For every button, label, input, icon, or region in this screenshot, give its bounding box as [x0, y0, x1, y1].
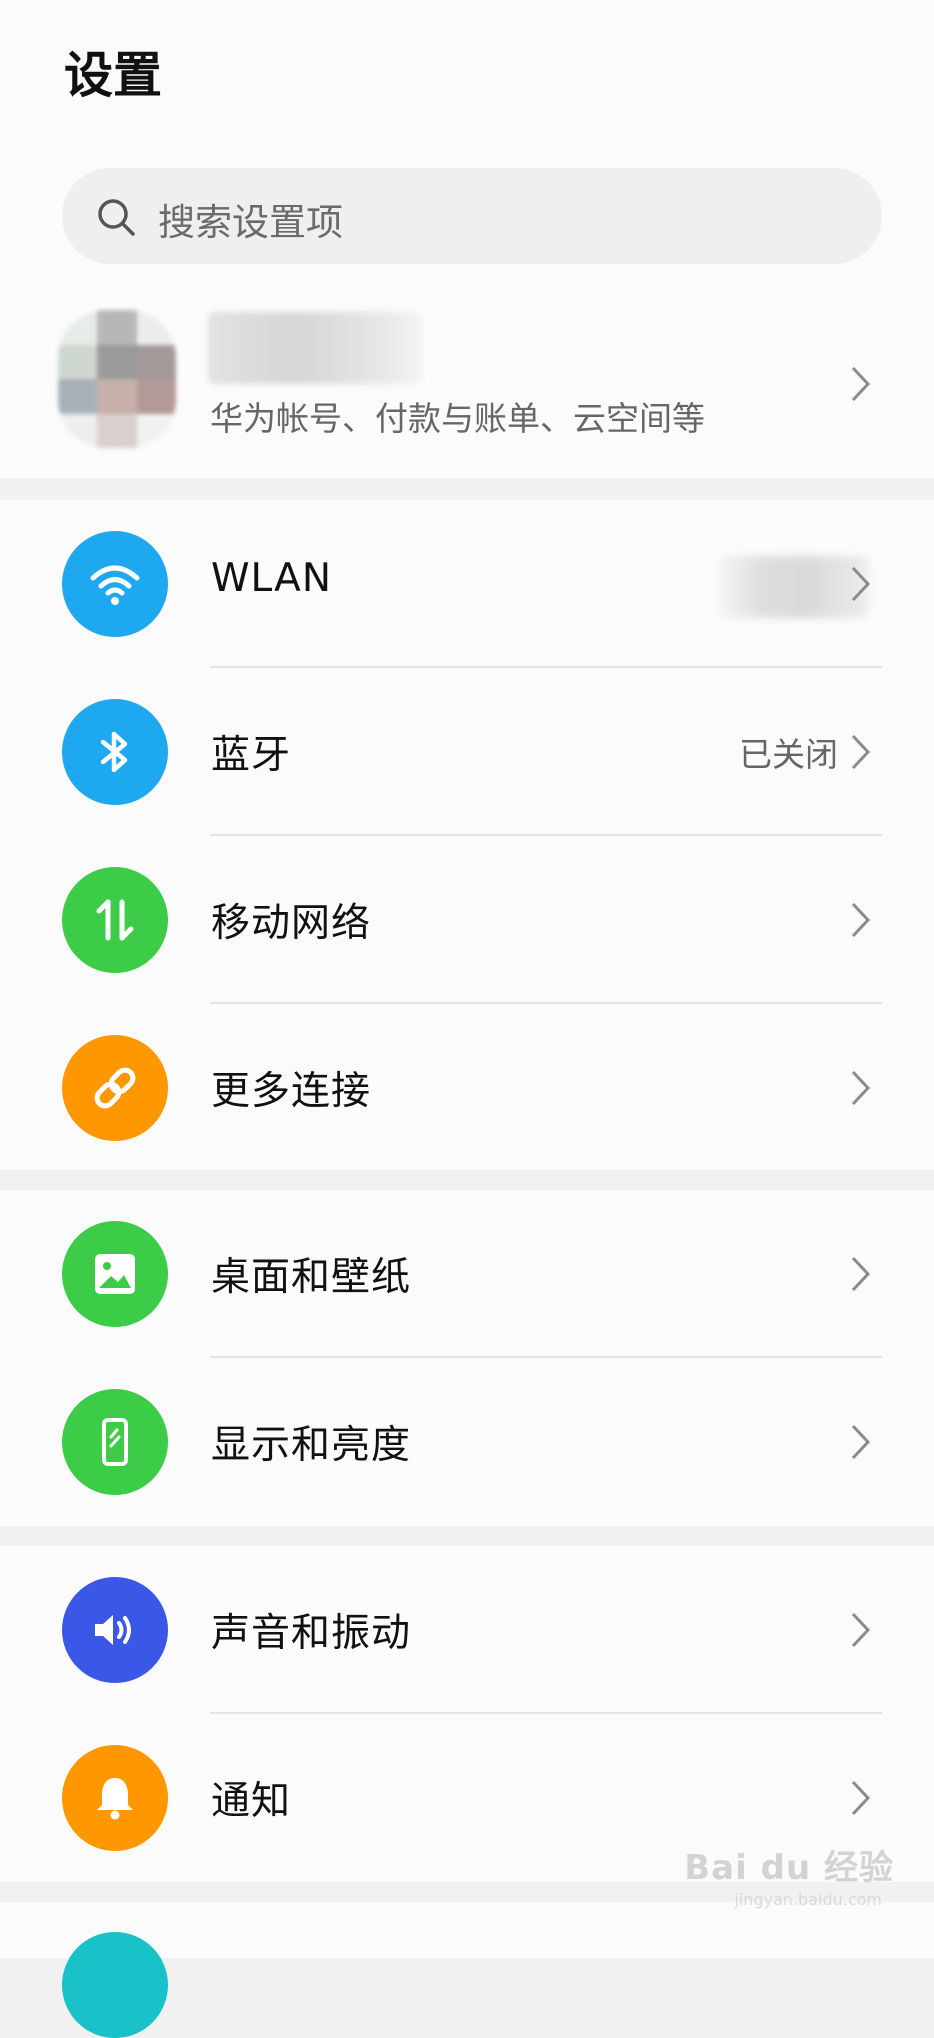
settings-item-mobile-network[interactable]: 移动网络	[0, 836, 934, 1004]
bluetooth-status: 已关闭	[739, 735, 838, 774]
search-placeholder[interactable]: 搜索设置项	[158, 192, 343, 246]
settings-item-wlan[interactable]: WLAN	[0, 500, 934, 668]
chevron-right-icon	[850, 564, 872, 604]
settings-item-label: 蓝牙	[211, 733, 292, 778]
watermark: Bai du 经验	[684, 1848, 894, 1888]
settings-item-label: 通知	[211, 1779, 292, 1824]
wifi-icon	[62, 531, 168, 637]
sound-icon	[62, 1577, 168, 1683]
settings-item-label: 更多连接	[211, 1069, 372, 1114]
chevron-right-icon	[850, 1422, 872, 1462]
account-subtitle: 华为帐号、付款与账单、云空间等	[210, 399, 705, 438]
bluetooth-icon	[62, 699, 168, 805]
settings-item-label: 声音和振动	[211, 1611, 412, 1656]
mobile-data-icon	[62, 867, 168, 973]
settings-item-label: 移动网络	[211, 901, 372, 946]
section-next-partial	[0, 1902, 934, 2038]
wlan-network-redacted	[718, 556, 868, 618]
page-title: 设置	[64, 47, 163, 104]
link-icon	[62, 1035, 168, 1141]
settings-item-label: 显示和亮度	[211, 1423, 412, 1468]
settings-item-bluetooth[interactable]: 蓝牙 已关闭	[0, 668, 934, 836]
chevron-right-icon	[850, 364, 872, 404]
section-display: 桌面和壁纸 显示和亮度	[0, 1190, 934, 1526]
settings-item-icon-partial	[62, 1932, 168, 2038]
chevron-right-icon	[850, 1254, 872, 1294]
chevron-right-icon	[850, 900, 872, 940]
avatar	[58, 310, 176, 448]
chevron-right-icon	[850, 1778, 872, 1818]
chevron-right-icon	[850, 1068, 872, 1108]
watermark-url: jingyan.baidu.com	[734, 1890, 882, 1909]
settings-item-sound[interactable]: 声音和振动	[0, 1546, 934, 1714]
section-sound-notifications: 声音和振动 通知	[0, 1546, 934, 1882]
chevron-right-icon	[850, 1610, 872, 1650]
settings-item-display[interactable]: 显示和亮度	[0, 1358, 934, 1526]
settings-item-more-connections[interactable]: 更多连接	[0, 1004, 934, 1172]
settings-item-label: 桌面和壁纸	[211, 1255, 412, 1300]
bell-icon	[62, 1745, 168, 1851]
search-icon	[98, 199, 135, 236]
search-bar[interactable]: 搜索设置项	[62, 168, 882, 264]
settings-item-label: WLAN	[211, 556, 333, 601]
account-name-redacted	[208, 312, 422, 384]
wallpaper-icon	[62, 1221, 168, 1327]
settings-header: 设置 搜索设置项 华为帐号、付款与账单、云空间等	[0, 0, 934, 478]
chevron-right-icon	[850, 732, 872, 772]
section-connectivity: WLAN 蓝牙 已关闭 移动网络 更多连接	[0, 500, 934, 1170]
settings-item-wallpaper[interactable]: 桌面和壁纸	[0, 1190, 934, 1358]
display-icon	[62, 1389, 168, 1495]
account-row[interactable]: 华为帐号、付款与账单、云空间等	[0, 300, 934, 478]
